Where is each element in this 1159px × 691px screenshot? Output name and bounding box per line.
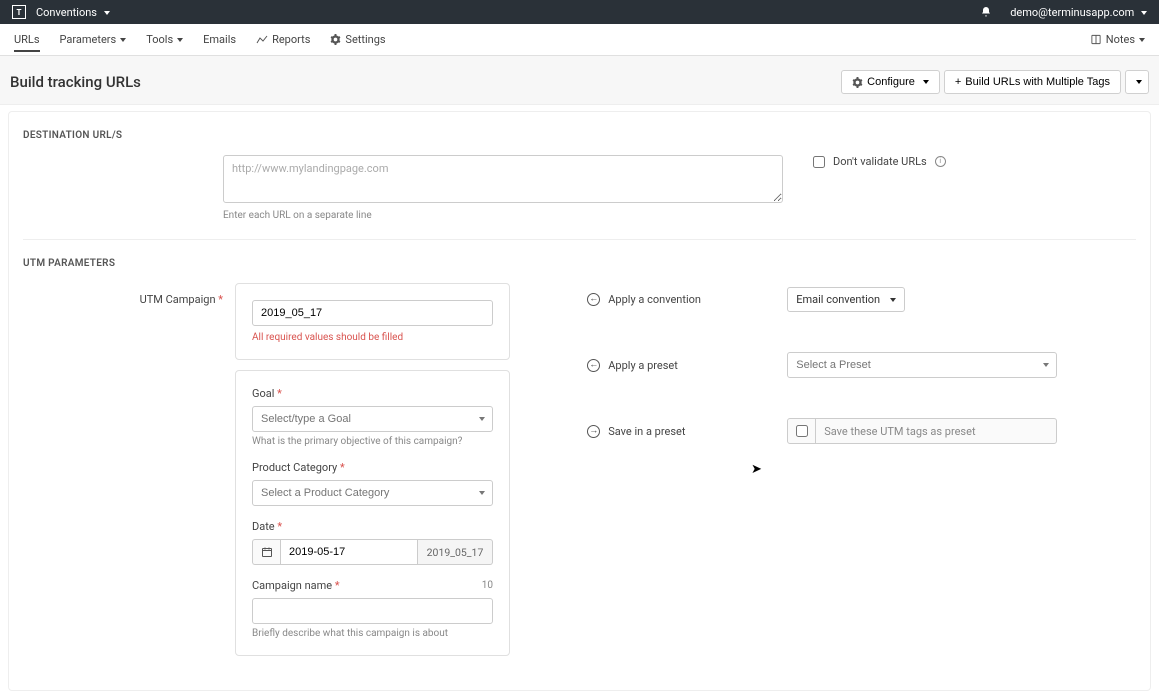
chevron-down-icon <box>104 11 110 15</box>
product-category-select[interactable] <box>252 480 493 506</box>
tab-parameters[interactable]: Parameters <box>60 33 127 46</box>
campaign-name-label: Campaign name * <box>252 579 340 592</box>
goal-select[interactable] <box>252 406 493 432</box>
tab-parameters-label: Parameters <box>60 33 117 46</box>
calendar-icon[interactable] <box>252 539 280 565</box>
campaign-name-input[interactable] <box>252 598 493 624</box>
tab-reports[interactable]: Reports <box>256 33 310 46</box>
tab-notes-label: Notes <box>1106 33 1135 46</box>
campaign-name-hint: Briefly describe what this campaign is a… <box>252 628 493 639</box>
tab-tools[interactable]: Tools <box>146 33 183 46</box>
campaign-details-card: Goal * What is the primary objective of … <box>235 370 510 656</box>
chevron-down-icon <box>890 298 896 302</box>
arrow-right-circle-icon: → <box>587 425 600 438</box>
campaign-error: All required values should be filled <box>252 332 493 343</box>
page-title: Build tracking URLs <box>10 73 141 91</box>
configure-button[interactable]: Configure <box>841 70 940 94</box>
destination-url-input[interactable] <box>223 155 783 203</box>
utm-campaign-label: UTM Campaign * <box>140 293 223 306</box>
brand-dropdown[interactable]: Conventions <box>36 6 110 19</box>
arrow-left-circle-icon: ← <box>587 293 600 306</box>
tab-emails[interactable]: Emails <box>203 33 236 46</box>
build-multi-caret-button[interactable] <box>1125 70 1149 94</box>
tab-settings-label: Settings <box>345 33 385 46</box>
tab-reports-label: Reports <box>272 33 310 46</box>
convention-value: Email convention <box>796 293 880 306</box>
configure-label: Configure <box>867 76 915 88</box>
product-category-label: Product Category * <box>252 461 493 474</box>
campaign-card: All required values should be filled <box>235 283 510 360</box>
page-header: Build tracking URLs Configure + Build UR… <box>0 56 1159 105</box>
chevron-down-icon <box>1141 11 1147 15</box>
preset-select[interactable] <box>787 352 1057 378</box>
plus-icon: + <box>955 76 961 88</box>
date-label: Date * <box>252 520 493 533</box>
tab-tools-label: Tools <box>146 33 173 46</box>
chevron-down-icon <box>1139 38 1145 42</box>
save-preset-toggle[interactable]: Save these UTM tags as preset <box>787 418 1057 444</box>
tab-settings[interactable]: Settings <box>330 33 385 46</box>
save-preset-label: Save in a preset <box>608 425 685 438</box>
date-input[interactable] <box>280 539 418 565</box>
destination-hint: Enter each URL on a separate line <box>223 210 783 221</box>
menubar: URLs Parameters Tools Emails Reports Set… <box>0 24 1159 56</box>
chevron-down-icon <box>923 80 929 84</box>
convention-select[interactable]: Email convention <box>787 287 905 312</box>
apply-convention-label: Apply a convention <box>608 293 701 306</box>
logo-icon: T <box>12 5 26 19</box>
build-multi-button[interactable]: + Build URLs with Multiple Tags <box>944 70 1121 94</box>
brand-label: Conventions <box>36 6 97 19</box>
destination-heading: DESTINATION URL/S <box>23 130 1136 141</box>
save-preset-checkbox[interactable] <box>796 425 808 437</box>
chevron-down-icon <box>177 38 183 42</box>
info-icon[interactable]: i <box>935 156 946 167</box>
utm-campaign-input[interactable] <box>252 300 493 326</box>
user-email: demo@terminusapp.com <box>1010 6 1134 19</box>
utm-heading: UTM PARAMETERS <box>23 258 1136 269</box>
notification-bell-icon[interactable] <box>980 6 992 18</box>
goal-label: Goal * <box>252 387 493 400</box>
chevron-down-icon <box>120 38 126 42</box>
dont-validate-checkbox[interactable] <box>813 156 825 168</box>
save-preset-placeholder: Save these UTM tags as preset <box>816 425 983 438</box>
main-panel: DESTINATION URL/S Enter each URL on a se… <box>8 111 1151 691</box>
user-menu[interactable]: demo@terminusapp.com <box>1010 6 1147 19</box>
dont-validate-label: Don't validate URLs <box>833 155 927 168</box>
apply-preset-label: Apply a preset <box>608 359 678 372</box>
campaign-name-counter: 10 <box>482 580 493 591</box>
arrow-left-circle-icon: ← <box>587 359 600 372</box>
build-multi-label: Build URLs with Multiple Tags <box>965 76 1110 88</box>
chevron-down-icon <box>1136 80 1142 84</box>
topbar: T Conventions demo@terminusapp.com <box>0 0 1159 24</box>
goal-hint: What is the primary objective of this ca… <box>252 436 493 447</box>
date-formatted: 2019_05_17 <box>418 539 493 565</box>
tab-notes[interactable]: Notes <box>1090 33 1145 46</box>
tab-urls[interactable]: URLs <box>14 33 40 52</box>
